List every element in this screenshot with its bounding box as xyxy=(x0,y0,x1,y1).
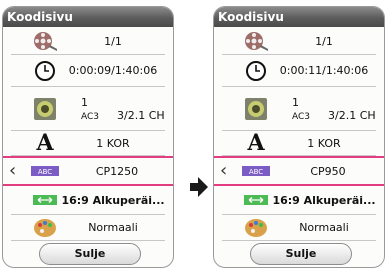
dialog-title: Koodisivu xyxy=(214,7,384,27)
palette-icon xyxy=(240,217,272,239)
row-time[interactable]: 0:00:09/1:40:06 xyxy=(11,55,165,87)
svg-text:ABC: ABC xyxy=(38,168,52,176)
palette-icon xyxy=(29,217,61,239)
subtitle-abc-icon: ABC xyxy=(240,160,272,182)
dialog-title: Koodisivu xyxy=(3,7,173,27)
row-subtitle-language[interactable]: A 1 KOR xyxy=(222,131,376,156)
film-reel-icon xyxy=(29,30,61,52)
chevron-left-icon[interactable]: ‹ xyxy=(220,162,227,180)
audio-channels: 3/2.1 CH xyxy=(328,108,376,122)
arrow-right-icon xyxy=(190,177,208,197)
audio-channels: 3/2.1 CH xyxy=(117,108,165,122)
chevron-left-icon[interactable]: ‹ xyxy=(9,162,16,180)
row-audio[interactable]: 1 AC3 3/2.1 CH xyxy=(222,87,376,131)
subtitle-language-value: 1 KOR xyxy=(307,136,341,150)
aspect-ratio-icon xyxy=(29,189,61,211)
audio-info: 1 AC3 3/2.1 CH xyxy=(61,96,165,122)
audio-track-value: 1 xyxy=(292,95,299,109)
clock-icon xyxy=(240,60,272,82)
title-number-value: 1/1 xyxy=(104,34,122,48)
aspect-ratio-value: 16:9 Alkuperäi... xyxy=(272,193,376,207)
row-picture-mode[interactable]: Normaali xyxy=(222,215,376,241)
picture-mode-value: Normaali xyxy=(299,221,349,234)
speaker-icon xyxy=(240,97,272,120)
row-time[interactable]: 0:00:11/1:40:06 xyxy=(222,55,376,87)
audio-codec: AC3 xyxy=(81,111,100,122)
row-aspect-ratio[interactable]: 16:9 Alkuperäi... xyxy=(11,186,165,215)
row-audio[interactable]: 1 AC3 3/2.1 CH xyxy=(11,87,165,131)
row-picture-mode[interactable]: Normaali xyxy=(11,215,165,241)
svg-text:ABC: ABC xyxy=(249,168,263,176)
font-a-icon: A xyxy=(247,130,265,156)
row-subtitle-language[interactable]: A 1 KOR xyxy=(11,131,165,156)
dialog-right: Koodisivu 1/1 0:00:11/1:40:06 1 AC3 3/2.… xyxy=(213,6,385,268)
row-code-page-selected[interactable]: ‹ ABC CP950 xyxy=(214,156,384,186)
row-title-number[interactable]: 1/1 xyxy=(222,28,376,55)
speaker-icon xyxy=(29,97,61,120)
code-page-value: CP1250 xyxy=(95,164,139,178)
font-a-icon: A xyxy=(36,130,54,156)
aspect-ratio-value: 16:9 Alkuperäi... xyxy=(61,193,165,207)
audio-info: 1 AC3 3/2.1 CH xyxy=(272,96,376,122)
time-value: 0:00:11/1:40:06 xyxy=(279,64,369,77)
row-code-page-selected[interactable]: ‹ ABC CP1250 xyxy=(3,156,173,186)
film-reel-icon xyxy=(240,30,272,52)
audio-codec: AC3 xyxy=(292,111,311,122)
row-aspect-ratio[interactable]: 16:9 Alkuperäi... xyxy=(222,186,376,215)
close-button[interactable]: Sulje xyxy=(39,243,141,265)
title-number-value: 1/1 xyxy=(315,34,333,48)
subtitle-language-value: 1 KOR xyxy=(96,136,130,150)
time-value: 0:00:09/1:40:06 xyxy=(68,64,158,77)
dialog-left: Koodisivu 1/1 0:00:09/1:40:06 1 AC3 3/2.… xyxy=(2,6,174,268)
clock-icon xyxy=(29,60,61,82)
code-page-value: CP950 xyxy=(310,164,346,178)
picture-mode-value: Normaali xyxy=(88,221,138,234)
audio-track-value: 1 xyxy=(81,95,88,109)
aspect-ratio-icon xyxy=(240,189,272,211)
close-button[interactable]: Sulje xyxy=(250,243,352,265)
subtitle-abc-icon: ABC xyxy=(29,160,61,182)
row-title-number[interactable]: 1/1 xyxy=(11,28,165,55)
